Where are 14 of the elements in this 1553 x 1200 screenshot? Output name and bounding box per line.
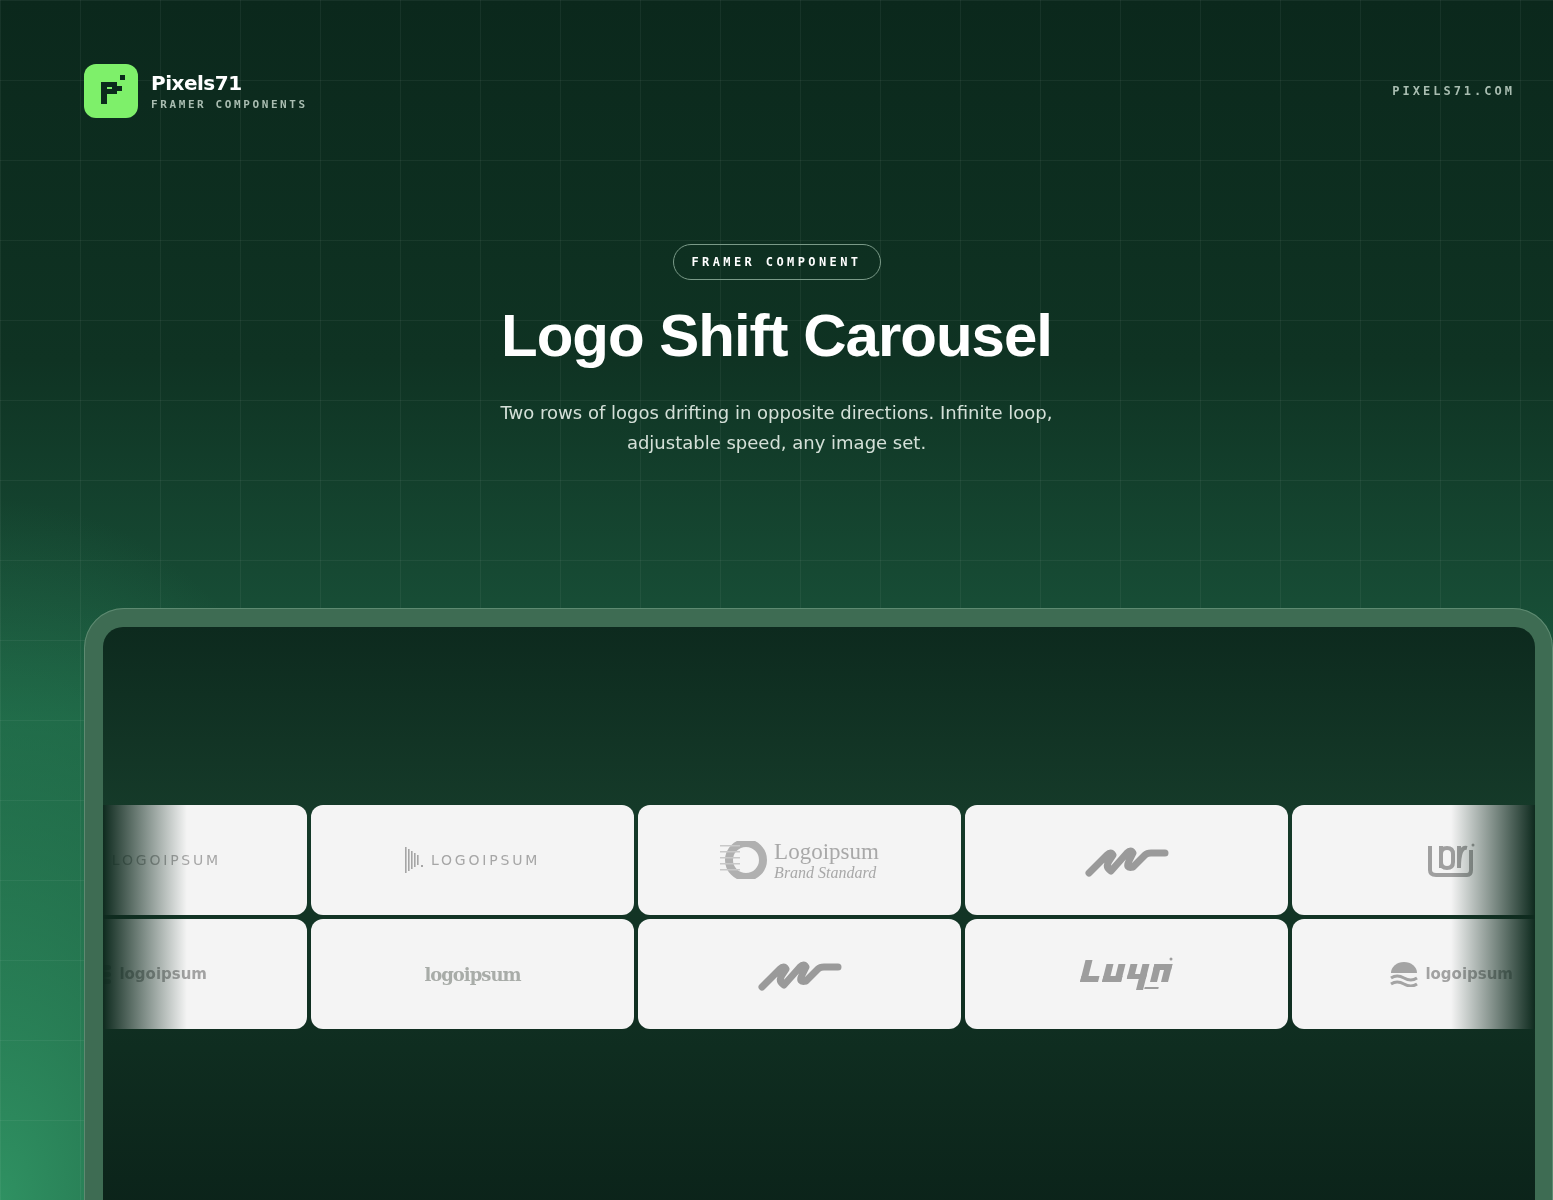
logo-wordmark: logoipsum: [424, 963, 521, 985]
monogram-logo-icon: [1427, 842, 1475, 878]
logo-wordmark: LOGOIPSUM: [430, 852, 541, 868]
bars-icon: [404, 845, 425, 875]
logo-tagline: Brand Standard: [774, 864, 877, 881]
page-subtitle: Two rows of logos drifting in opposite directions. Infinite loop, adjustable speed, any image set.: [499, 401, 1054, 455]
page-title: Logo Shift Carousel: [501, 301, 1052, 371]
brand-logo-icon: [84, 64, 138, 118]
brand-tagline: FRAMER COMPONENTS: [151, 98, 308, 111]
logo-wordmark: Logoipsum: [774, 839, 879, 863]
site-link[interactable]: PIXELS71.COM: [1392, 84, 1515, 98]
striped-circle-icon: [720, 841, 769, 879]
waves-icon: [1389, 961, 1420, 987]
brand-name: Pixels71: [151, 71, 243, 95]
